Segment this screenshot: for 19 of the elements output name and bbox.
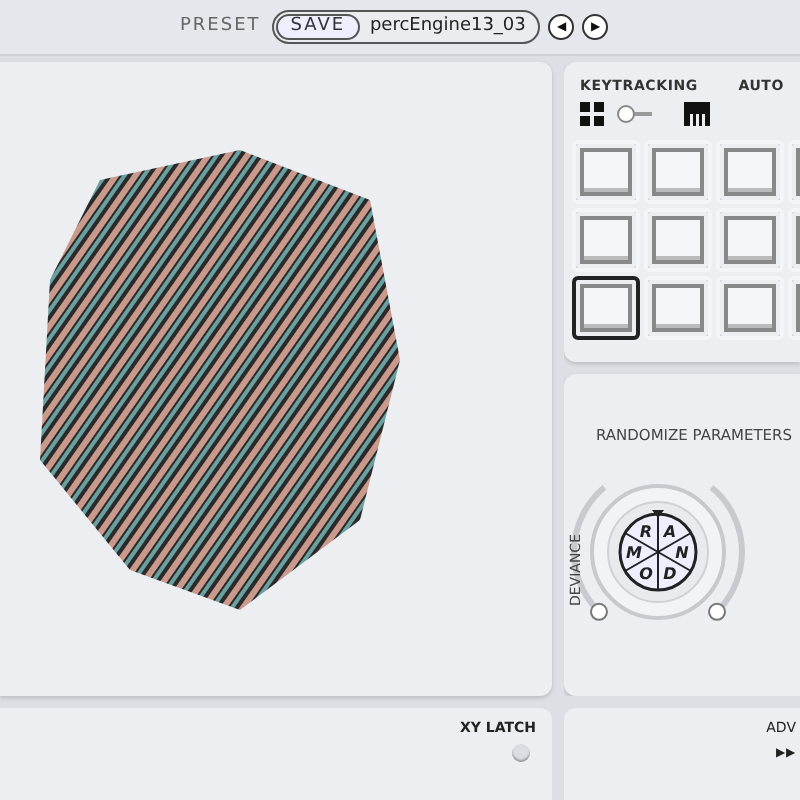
xy-latch-toggle[interactable]	[512, 744, 530, 763]
preset-name: percEngine13_03	[367, 16, 528, 37]
dial-letter: D	[663, 564, 677, 583]
dial-letter: M	[626, 543, 642, 562]
pad[interactable]	[572, 275, 640, 340]
piano-keys-icon[interactable]	[684, 101, 710, 126]
slider-thumb[interactable]	[708, 602, 726, 621]
preset-label: PRESET	[180, 16, 261, 37]
save-button[interactable]: SAVE	[276, 13, 360, 40]
preset-field[interactable]: SAVE percEngine13_03	[272, 9, 541, 44]
dial-letter: R	[639, 523, 653, 542]
arc-slider[interactable]	[708, 484, 745, 621]
dial-letter: O	[639, 564, 653, 583]
randomize-knob[interactable]: R A M N O D	[590, 483, 726, 620]
dial-letter: N	[675, 543, 689, 562]
grid-icon[interactable]	[580, 101, 604, 126]
dial-letter: A	[663, 523, 677, 542]
slider-thumb[interactable]	[590, 602, 608, 621]
deviance-slider[interactable]	[571, 484, 608, 621]
